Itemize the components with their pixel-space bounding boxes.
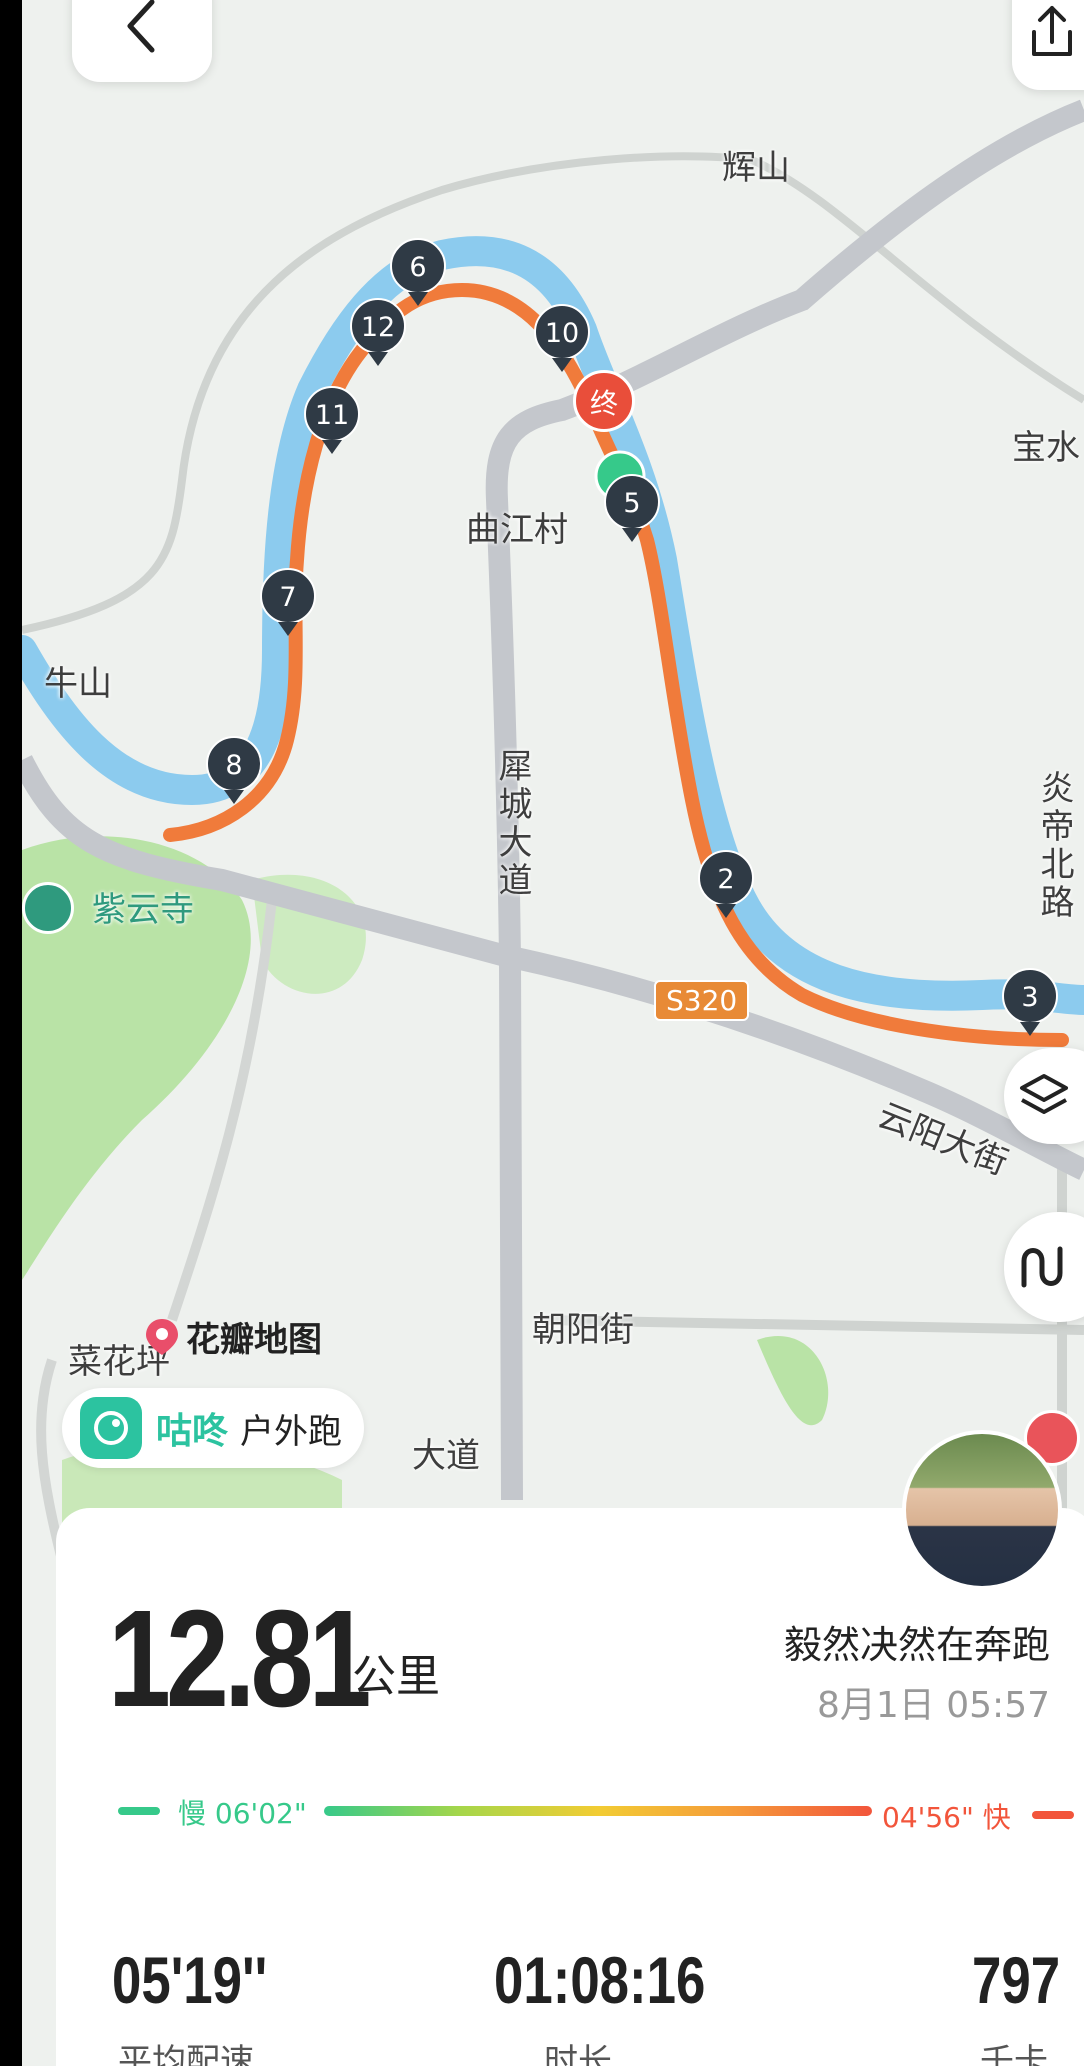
place-label: 牛山 [44,664,112,704]
calories-value: 797 [972,1943,1061,2017]
distance-unit: 公里 [352,1651,440,1702]
distance-value: 12.81 [108,1582,372,1736]
location-pin-icon [146,1318,178,1355]
road-label: 犀城大道 [492,748,532,900]
split-marker[interactable]: 7 [260,568,316,636]
back-button[interactable] [72,0,212,82]
run-datetime: 8月1日 05:57 [817,1685,1050,1726]
split-marker[interactable]: 11 [304,386,360,454]
avg-pace-label: 平均配速 [118,2042,254,2066]
fast-pace-swatch [1032,1811,1074,1819]
avg-pace-value: 05'19'' [112,1943,268,2017]
duration-label: 时长 [544,2042,612,2066]
back-arrow-icon [127,0,155,53]
share-button[interactable] [1012,0,1084,90]
pace-fast-label: 04'56" 快 [882,1801,1011,1834]
pace-slow-label: 慢 06'02" [178,1797,307,1830]
place-label: 宝水 [1012,428,1080,468]
pace-gradient-bar [324,1806,872,1816]
minor-road [22,152,1084,634]
green-area [757,1336,829,1426]
split-marker[interactable]: 10 [534,304,590,372]
slow-pace-swatch [118,1807,160,1815]
screen: 辉山 曲江村 牛山 宝水 犀城大道 炎帝北路 紫云寺 S320 云阳大街 朝阳街… [22,0,1084,2066]
user-name[interactable]: 毅然决然在奔跑 [784,1614,1050,1669]
gudong-logo-icon [80,1397,142,1459]
place-label: 曲江村 [466,510,568,550]
map-watermark: 花瓣地图 [144,1312,322,1361]
road-label: 大道 [412,1436,480,1476]
share-icon [1032,6,1072,56]
split-marker[interactable]: 2 [698,850,754,918]
layers-icon [1020,1074,1068,1114]
place-label: 辉山 [722,148,790,188]
calories-label: 千卡 [980,2042,1048,2066]
route-mode-icon [1021,1246,1063,1288]
highway-shield: S320 [654,980,750,1021]
duration-value: 01:08:16 [494,1943,706,2017]
split-marker[interactable]: 8 [206,736,262,804]
run-mode: 户外跑 [240,1411,343,1452]
split-marker[interactable]: 6 [390,238,446,306]
split-marker[interactable]: 12 [350,298,406,366]
app-badge: 咕咚 户外跑 [62,1388,365,1468]
road-label: 朝阳街 [532,1310,634,1350]
temple-icon [22,882,74,934]
split-marker[interactable]: 3 [1002,968,1058,1036]
route-map[interactable]: 辉山 曲江村 牛山 宝水 犀城大道 炎帝北路 紫云寺 S320 云阳大街 朝阳街… [22,0,1084,1562]
brand-name: 咕咚 [156,1411,229,1452]
end-marker[interactable]: 终 [573,370,635,432]
watermark-text: 花瓣地图 [186,1320,322,1360]
avatar[interactable] [902,1430,1062,1590]
place-label: 紫云寺 [92,890,194,930]
split-marker[interactable]: 5 [604,474,660,542]
road-label: 炎帝北路 [1034,770,1074,922]
